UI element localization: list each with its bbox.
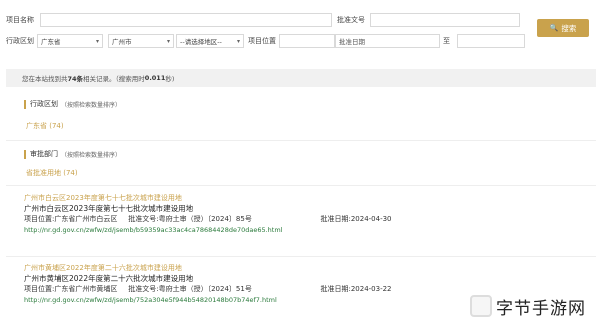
watermark: 字节手游网 <box>470 290 598 322</box>
location-label: 项目位置 <box>248 37 276 45</box>
chevron-down-icon: ▾ <box>236 37 240 45</box>
watermark-text: 字节手游网 <box>496 298 586 319</box>
summary-suffix: 秒) <box>165 75 175 83</box>
result-count: 74条 <box>67 75 84 83</box>
result-approval-no: 批准文号:粤府土审（授）〔2024〕51号 <box>128 285 252 293</box>
to-label: 至 <box>443 37 450 45</box>
row-region: 行政区划 广东省 ▾ 广州市 ▾ --请选择地区-- ▾ 项目位置 批准日期 至 <box>6 34 525 48</box>
approval-no-input[interactable] <box>370 13 520 27</box>
result-summary: 您在本站找到共 74条 相关记录。（搜索用时 0.011 秒) <box>6 69 596 87</box>
accent-bar <box>24 99 26 109</box>
location-input[interactable] <box>279 34 335 48</box>
divider <box>6 256 596 257</box>
chevron-down-icon: ▾ <box>95 37 99 45</box>
facet-hint: （按照检索数量排序） <box>61 151 122 159</box>
project-name-input[interactable] <box>40 13 332 27</box>
district-select[interactable]: --请选择地区-- ▾ <box>176 34 244 48</box>
summary-middle: 相关记录。（搜索用时 <box>83 75 145 83</box>
province-select[interactable]: 广东省 ▾ <box>37 34 103 48</box>
divider <box>6 185 596 186</box>
project-name-label: 项目名称 <box>6 16 34 24</box>
city-value: 广州市 <box>112 38 132 46</box>
result-location: 项目位置:广东省广州市白云区 <box>24 215 118 223</box>
divider <box>6 140 596 141</box>
result-item: 广州市白云区2023年度第七十七批次城市建设用地 广州市白云区2023年度第七十… <box>24 193 584 235</box>
facet-link-guangdong[interactable]: 广东省 (74) <box>26 121 64 131</box>
facet-hint: （按照检索数量排序） <box>61 101 122 109</box>
approval-date-label: 批准日期 <box>339 38 365 46</box>
city-select[interactable]: 广州市 ▾ <box>108 34 174 48</box>
facet-link-province-approval[interactable]: 省批准用地 (74) <box>26 168 78 178</box>
result-title-link[interactable]: 广州市白云区2023年度第七十七批次城市建设用地 <box>24 193 584 203</box>
result-location: 项目位置:广东省广州市黄埔区 <box>24 285 118 293</box>
result-subtitle: 广州市白云区2023年度第七十七批次城市建设用地 <box>24 204 194 213</box>
search-icon: 🔍 <box>549 24 559 32</box>
result-approval-date: 批准日期:2024-04-30 <box>320 215 392 223</box>
search-time: 0.011 <box>144 74 166 82</box>
result-url-link[interactable]: http://nr.gd.gov.cn/zwfw/zd/jsemb/b59359… <box>24 225 584 235</box>
facet-title: 行政区划 <box>30 100 58 108</box>
result-subtitle: 广州市黄埔区2022年度第二十六批次城市建设用地 <box>24 274 194 283</box>
result-approval-no: 批准文号:粤府土审（授）〔2024〕85号 <box>128 215 252 223</box>
result-approval-date: 批准日期:2024-03-22 <box>320 285 392 293</box>
province-value: 广东省 <box>41 38 61 46</box>
search-button-label: 搜索 <box>561 23 577 33</box>
search-button[interactable]: 🔍 搜索 <box>537 19 589 37</box>
result-title-link[interactable]: 广州市黄埔区2022年度第二十六批次城市建设用地 <box>24 263 584 273</box>
watermark-logo-icon <box>470 295 492 317</box>
summary-prefix: 您在本站找到共 <box>22 75 68 83</box>
approval-date-start-input[interactable]: 批准日期 <box>335 34 440 48</box>
approval-no-label: 批准文号 <box>337 16 365 24</box>
facet-department-header: 审批部门 （按照检索数量排序） <box>24 149 121 159</box>
facet-title: 审批部门 <box>30 150 58 158</box>
approval-date-end-input[interactable] <box>457 34 525 48</box>
district-value: --请选择地区-- <box>180 38 222 46</box>
chevron-down-icon: ▾ <box>166 37 170 45</box>
result-meta: 项目位置:广东省广州市白云区 批准文号:粤府土审（授）〔2024〕85号 批准日… <box>24 214 584 225</box>
accent-bar <box>24 149 26 159</box>
row-project-name: 项目名称 批准文号 <box>6 13 520 27</box>
search-form: 项目名称 批准文号 行政区划 广东省 ▾ 广州市 ▾ --请选择地区-- ▾ 项… <box>0 0 600 62</box>
facet-region-header: 行政区划 （按照检索数量排序） <box>24 99 121 109</box>
region-label: 行政区划 <box>6 37 34 45</box>
